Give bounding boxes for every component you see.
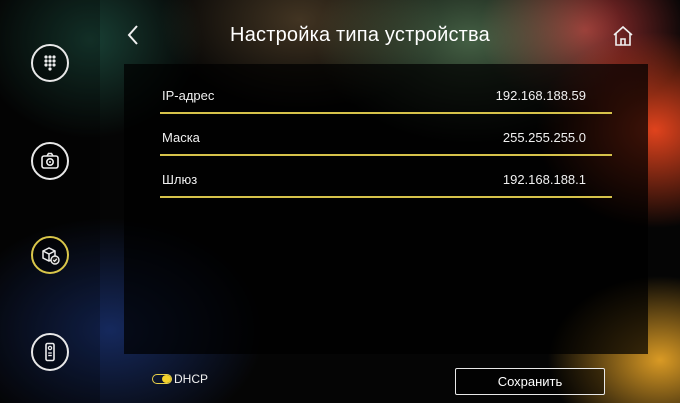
back-button[interactable] (124, 22, 142, 48)
keypad-icon (44, 55, 56, 71)
save-button[interactable]: Сохранить (455, 368, 605, 395)
dhcp-label: DHCP (174, 372, 209, 386)
sidebar-item-keypad[interactable] (31, 44, 69, 82)
outdoor-station-icon (45, 342, 55, 362)
page-title: Настройка типа устройства (230, 24, 490, 46)
chevron-left-icon (127, 25, 138, 45)
gateway-label: Шлюз (162, 172, 198, 187)
ip-address-field[interactable]: IP-адрес 192.168.188.59 (160, 82, 612, 114)
dhcp-toggle[interactable] (152, 374, 172, 384)
sidebar-item-camera-settings[interactable] (31, 142, 69, 180)
home-icon (613, 25, 633, 46)
dhcp-toggle-knob (162, 375, 171, 383)
mask-field[interactable]: Маска 255.255.255.0 (160, 124, 612, 156)
device-type-icon (42, 247, 60, 265)
gateway-field[interactable]: Шлюз 192.168.188.1 (160, 166, 612, 198)
mask-label: Маска (162, 130, 200, 145)
camera-settings-icon (41, 152, 59, 169)
sidebar (0, 0, 100, 403)
home-button[interactable] (611, 24, 635, 48)
sidebar-item-outdoor-station[interactable] (31, 333, 69, 371)
mask-value: 255.255.255.0 (502, 130, 586, 145)
dhcp-control: DHCP (152, 371, 208, 387)
ip-address-value: 192.168.188.59 (495, 88, 586, 103)
gateway-value: 192.168.188.1 (502, 172, 586, 187)
ip-address-label: IP-адрес (162, 88, 215, 103)
sidebar-item-device-type[interactable] (31, 236, 69, 274)
